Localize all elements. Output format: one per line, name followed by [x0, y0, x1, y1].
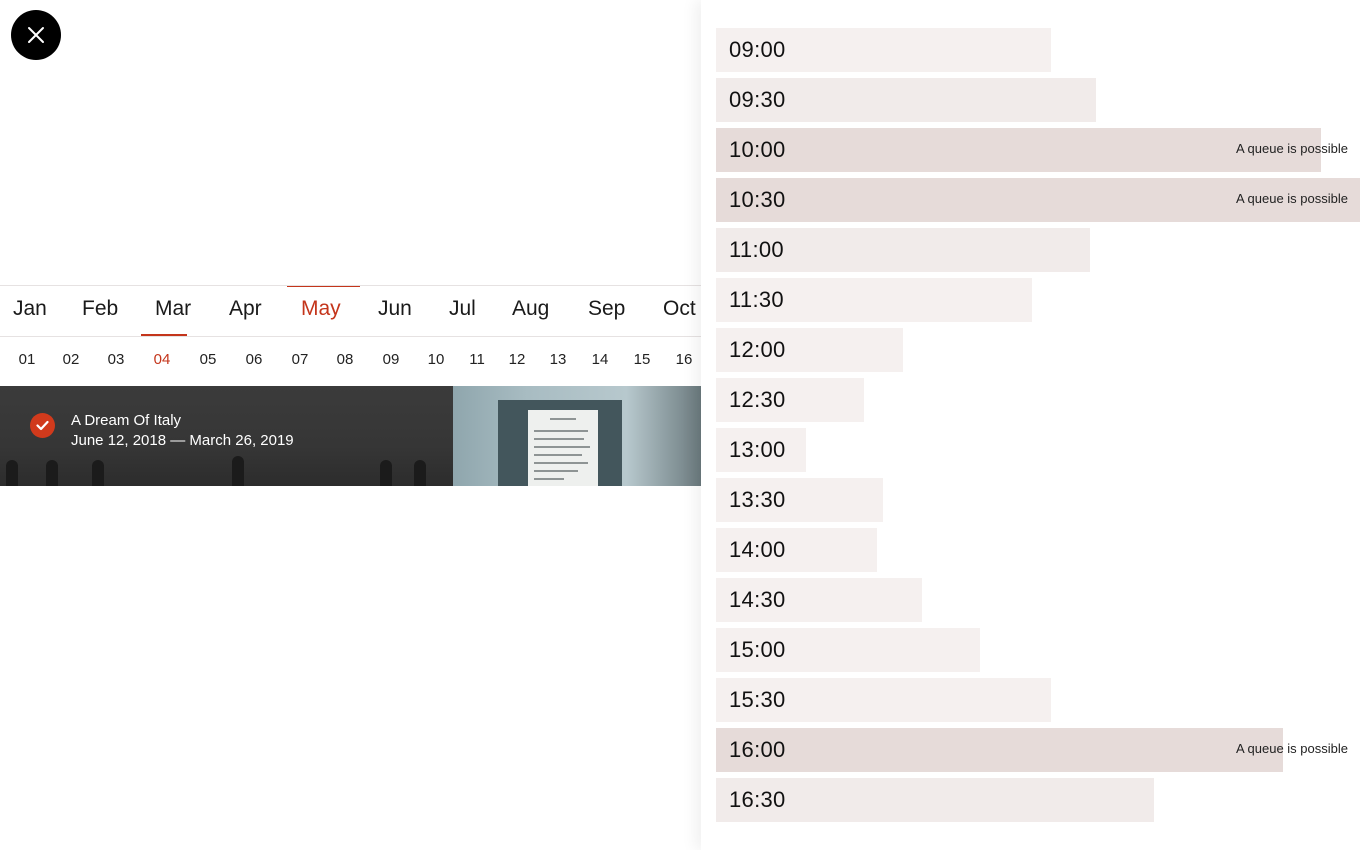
- queue-warning: A queue is possible: [1235, 191, 1348, 206]
- time-slot[interactable]: 09:00: [716, 28, 1360, 72]
- slot-time: 12:30: [729, 387, 786, 412]
- day-07[interactable]: 07: [292, 336, 309, 384]
- day-04[interactable]: 04: [154, 336, 171, 384]
- active-month-indicator: [287, 286, 360, 287]
- exhibition-dates: June 12, 2018 — March 26, 2019: [71, 432, 294, 449]
- time-slot[interactable]: 13:00: [716, 428, 1360, 472]
- month-feb[interactable]: Feb: [82, 286, 118, 336]
- time-slot[interactable]: 15:30: [716, 678, 1360, 722]
- day-16[interactable]: 16: [676, 336, 693, 384]
- day-05[interactable]: 05: [200, 336, 217, 384]
- exhibition-photo-text-panel: [528, 410, 598, 486]
- photo-figure: [414, 460, 426, 486]
- queue-warning: A queue is possible: [1235, 741, 1348, 756]
- close-x-icon: [28, 27, 44, 43]
- day-15[interactable]: 15: [634, 336, 651, 384]
- slot-time: 14:30: [729, 587, 786, 612]
- exhibition-list: A Dream Of Italy June 12, 2018 — March 2…: [0, 386, 701, 486]
- slot-time: 13:00: [729, 437, 786, 462]
- day-09[interactable]: 09: [383, 336, 400, 384]
- day-01[interactable]: 01: [19, 336, 36, 384]
- slot-time: 16:30: [729, 787, 786, 812]
- month-may[interactable]: May: [301, 286, 341, 336]
- day-13[interactable]: 13: [550, 336, 567, 384]
- slot-load-bar: [716, 728, 1283, 772]
- time-slot[interactable]: 13:30: [716, 478, 1360, 522]
- photo-figure: [92, 460, 104, 486]
- checkmark-icon: [36, 420, 49, 431]
- month-aug[interactable]: Aug: [512, 286, 549, 336]
- time-slot[interactable]: 11:30: [716, 278, 1360, 322]
- photo-figure: [232, 456, 244, 486]
- month-mar[interactable]: Mar: [155, 286, 191, 336]
- month-oct[interactable]: Oct: [663, 286, 696, 336]
- month-jun[interactable]: Jun: [378, 286, 412, 336]
- photo-figure: [46, 460, 58, 486]
- day-12[interactable]: 12: [509, 336, 526, 384]
- time-slot[interactable]: 11:00: [716, 228, 1360, 272]
- day-10[interactable]: 10: [428, 336, 445, 384]
- time-slot[interactable]: 09:30: [716, 78, 1360, 122]
- slot-time: 13:30: [729, 487, 786, 512]
- time-slot[interactable]: 10:00 A queue is possible: [716, 128, 1360, 172]
- slot-time: 09:30: [729, 87, 786, 112]
- slot-time: 15:30: [729, 687, 786, 712]
- slot-time: 16:00: [729, 737, 786, 762]
- day-02[interactable]: 02: [63, 336, 80, 384]
- slot-time: 10:30: [729, 187, 786, 212]
- slot-load-bar: [716, 128, 1321, 172]
- month-jul[interactable]: Jul: [449, 286, 476, 336]
- day-08[interactable]: 08: [337, 336, 354, 384]
- exhibition-card[interactable]: [453, 386, 701, 486]
- close-button[interactable]: [11, 10, 61, 60]
- selected-check-badge: [30, 413, 55, 438]
- time-slot[interactable]: 12:00: [716, 328, 1360, 372]
- time-slot[interactable]: 14:30: [716, 578, 1360, 622]
- time-slot[interactable]: 16:30: [716, 778, 1360, 822]
- time-slot[interactable]: 16:00 A queue is possible: [716, 728, 1360, 772]
- time-slot-panel: 09:00 09:30 10:00 A queue is possible 10:30 A…: [701, 0, 1360, 850]
- slot-time: 10:00: [729, 137, 786, 162]
- photo-figure: [6, 460, 18, 486]
- month-jan[interactable]: Jan: [13, 286, 47, 336]
- calendar-pane: Jan Feb Mar Apr May Jun Jul Aug Sep Oct 01 02 03 04 0…: [0, 0, 701, 850]
- exhibition-title: A Dream Of Italy: [71, 412, 182, 429]
- time-slot[interactable]: 15:00: [716, 628, 1360, 672]
- day-14[interactable]: 14: [592, 336, 609, 384]
- queue-warning: A queue is possible: [1235, 141, 1348, 156]
- time-slot[interactable]: 10:30 A queue is possible: [716, 178, 1360, 222]
- slot-time: 12:00: [729, 337, 786, 362]
- month-apr[interactable]: Apr: [229, 286, 262, 336]
- month-sep[interactable]: Sep: [588, 286, 625, 336]
- slot-time: 14:00: [729, 537, 786, 562]
- day-11[interactable]: 11: [469, 336, 485, 384]
- slot-time: 11:00: [729, 237, 784, 262]
- day-06[interactable]: 06: [246, 336, 263, 384]
- photo-figure: [380, 460, 392, 486]
- slot-time: 11:30: [729, 287, 784, 312]
- day-selector: 01 02 03 04 05 06 07 08 09 10 11 12 13 14 15 16: [0, 336, 701, 384]
- time-slot[interactable]: 12:30: [716, 378, 1360, 422]
- exhibition-card-selected[interactable]: A Dream Of Italy June 12, 2018 — March 2…: [0, 386, 453, 486]
- slot-time: 15:00: [729, 637, 786, 662]
- month-selector: Jan Feb Mar Apr May Jun Jul Aug Sep Oct: [0, 285, 701, 337]
- day-03[interactable]: 03: [108, 336, 125, 384]
- time-slot[interactable]: 14:00: [716, 528, 1360, 572]
- slot-time: 09:00: [729, 37, 786, 62]
